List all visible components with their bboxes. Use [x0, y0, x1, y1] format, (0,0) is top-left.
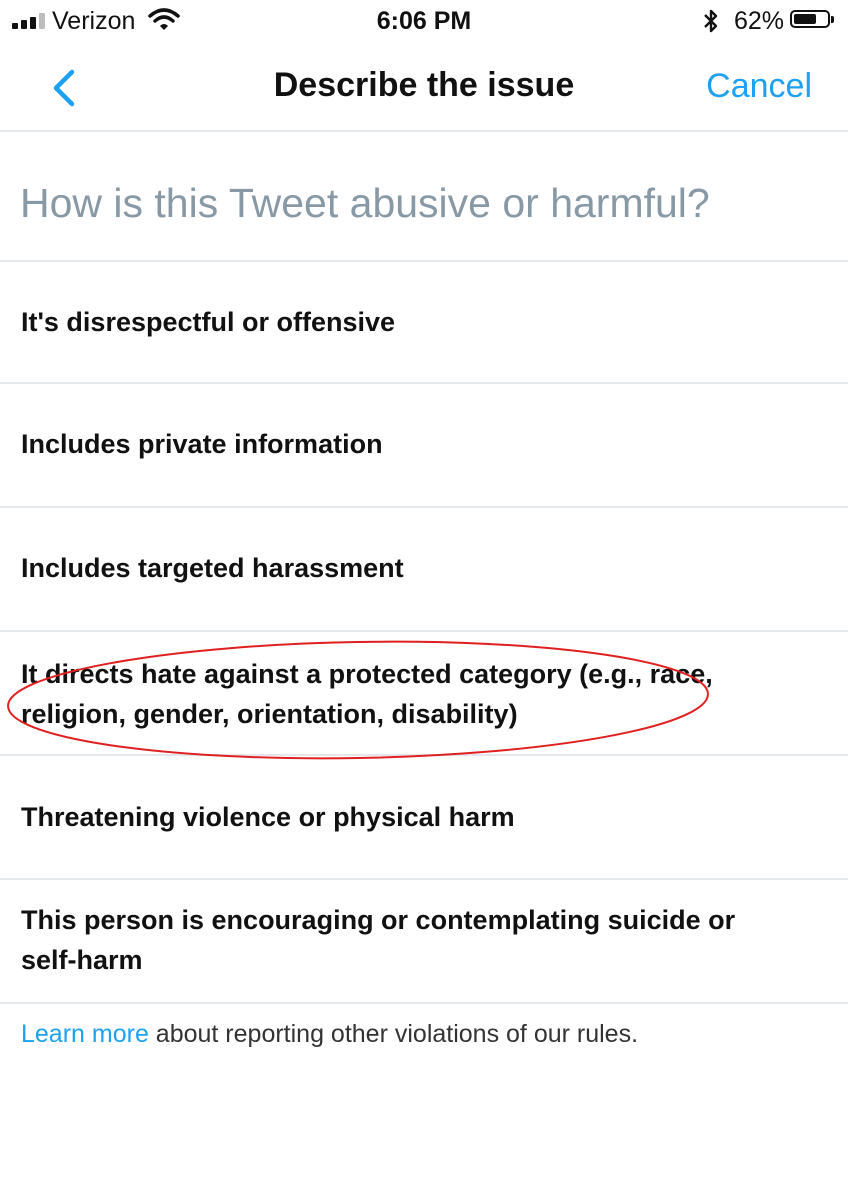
option-threatening-violence[interactable]: Threatening violence or physical harm	[0, 756, 848, 880]
question-text: How is this Tweet abusive or harmful?	[20, 180, 710, 226]
option-label: Includes targeted harassment	[21, 553, 404, 583]
option-private-information[interactable]: Includes private information	[0, 384, 848, 508]
option-targeted-harassment[interactable]: Includes targeted harassment	[0, 508, 848, 632]
clock: 6:06 PM	[376, 7, 472, 35]
cancel-button[interactable]: Cancel	[706, 67, 812, 106]
question-header: How is this Tweet abusive or harmful?	[0, 132, 848, 262]
battery-icon	[790, 10, 834, 28]
option-label: Threatening violence or physical harm	[21, 802, 515, 832]
options-list: It's disrespectful or offensive Includes…	[0, 262, 848, 1004]
option-label: Includes private information	[21, 429, 383, 459]
option-label: It's disrespectful or offensive	[21, 307, 396, 337]
learn-more-link[interactable]: Learn more	[21, 1020, 149, 1048]
bluetooth-icon	[704, 9, 718, 33]
footer-description: about reporting other violations of our …	[148, 1020, 639, 1048]
option-label: This person is encouraging or contemplat…	[21, 905, 736, 975]
option-hateful-conduct[interactable]: It directs hate against a protected cate…	[0, 632, 848, 756]
option-label: It directs hate against a protected cate…	[21, 659, 713, 729]
option-suicide-self-harm[interactable]: This person is encouraging or contemplat…	[0, 880, 848, 1004]
status-bar: Verizon 6:06 PM 62%	[0, 0, 848, 44]
footer-text: Learn more about reporting other violati…	[21, 1020, 638, 1049]
nav-bar: Describe the issue Cancel	[0, 44, 848, 132]
battery-percent: 62%	[734, 7, 785, 35]
option-disrespectful[interactable]: It's disrespectful or offensive	[0, 262, 848, 384]
